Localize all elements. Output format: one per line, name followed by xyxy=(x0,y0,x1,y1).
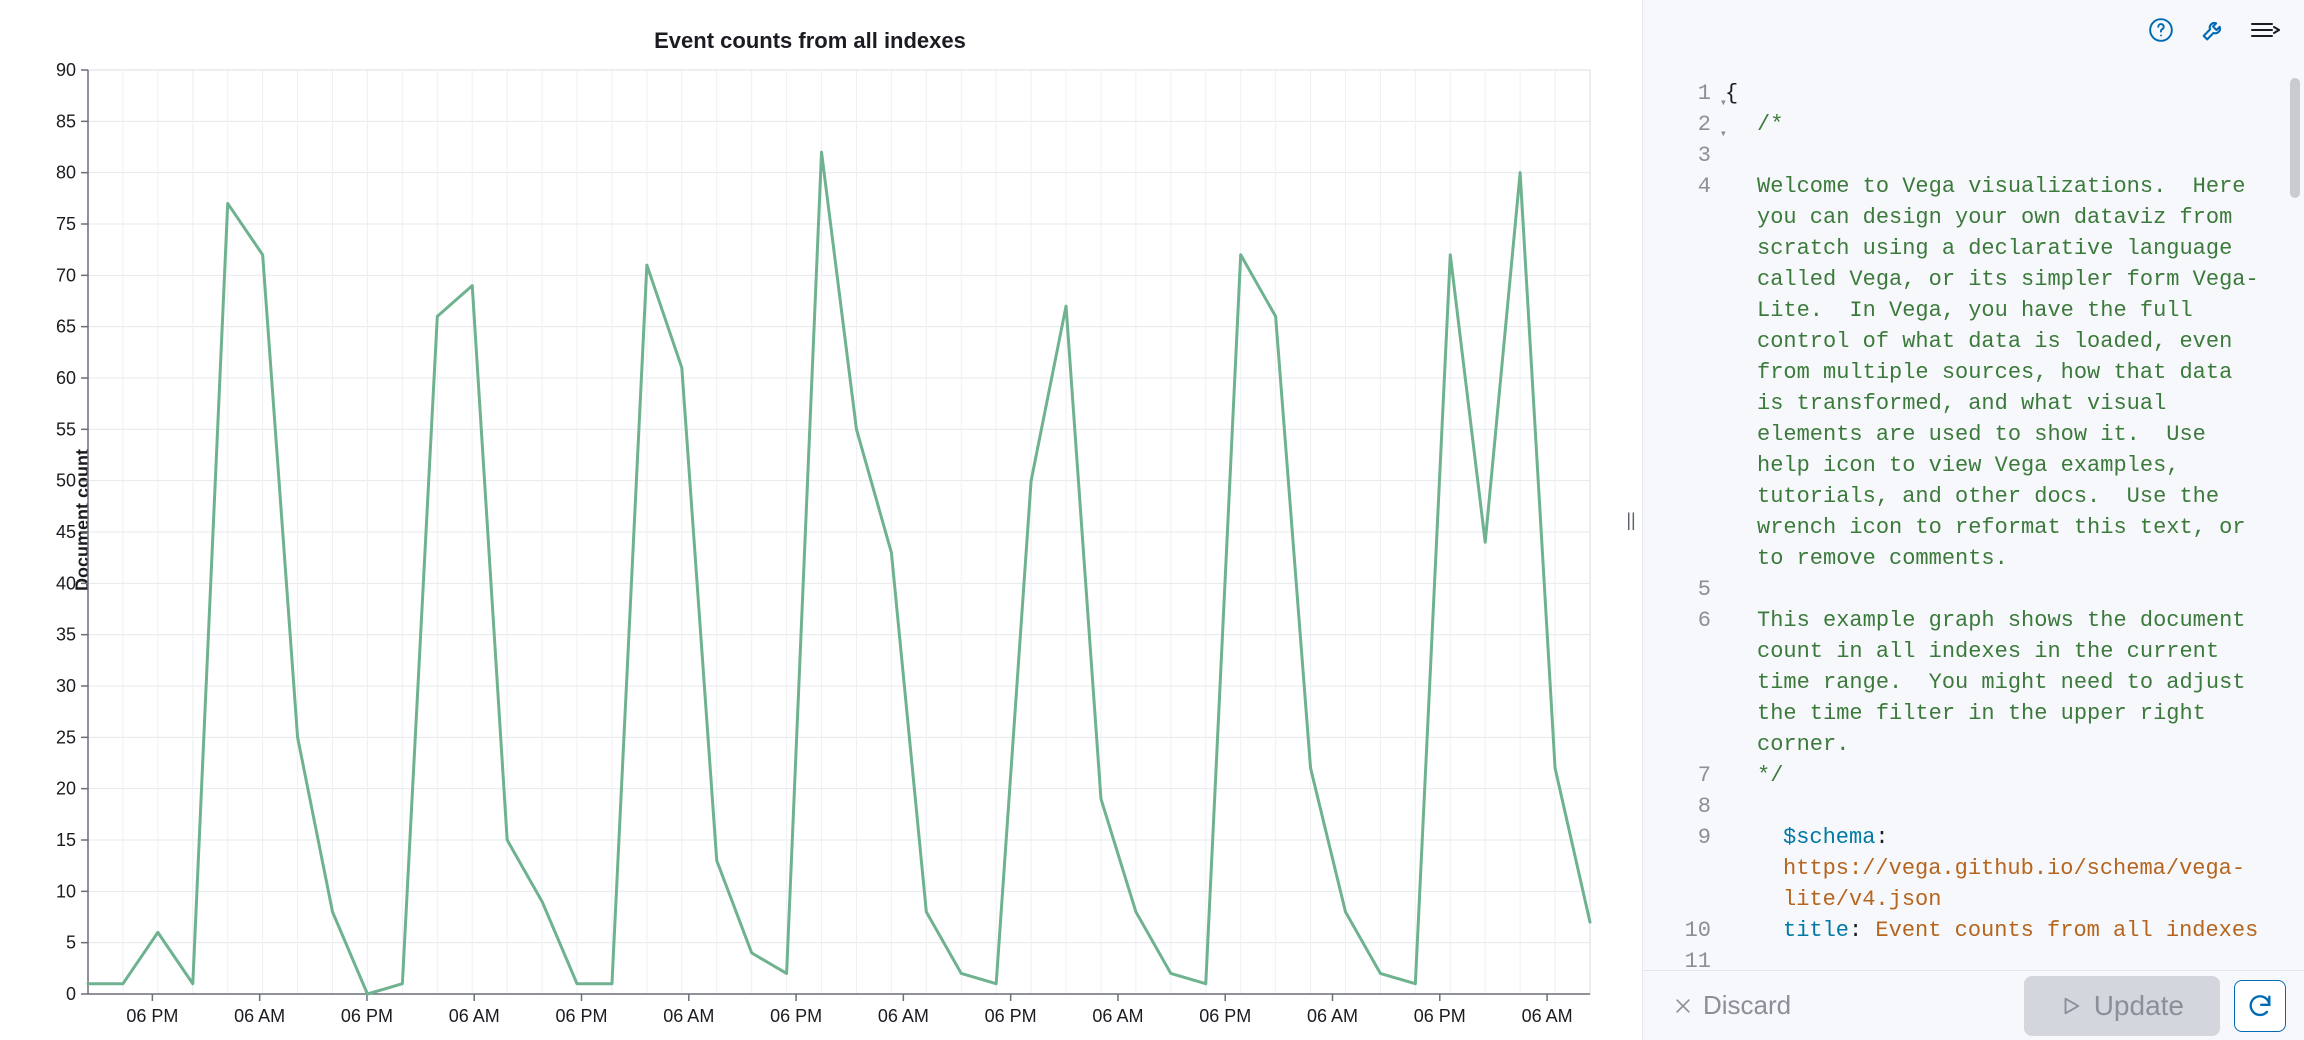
code-line: 9 $schema: https://vega.github.io/schema/… xyxy=(1643,822,2304,915)
editor-scrollbar[interactable] xyxy=(2290,78,2300,198)
resize-handle-icon: || xyxy=(1626,510,1635,531)
svg-text:06 AM: 06 AM xyxy=(663,1006,714,1026)
svg-text:06 AM: 06 AM xyxy=(1522,1006,1573,1026)
svg-text:06 AM: 06 AM xyxy=(1092,1006,1143,1026)
code-text: $schema: https://vega.github.io/schema/v… xyxy=(1753,822,2304,915)
svg-text:06 AM: 06 AM xyxy=(1307,1006,1358,1026)
expand-icon[interactable] xyxy=(2250,15,2280,45)
line-chart: 0 5 10 15 20 25 30 35 40 45 50 55 60 65 70 75 80 85 90 06 P… xyxy=(0,0,1620,1040)
svg-text:75: 75 xyxy=(56,214,76,234)
line-number: 3 xyxy=(1643,140,1725,171)
line-number: 11 xyxy=(1643,946,1725,970)
svg-text:25: 25 xyxy=(56,727,76,747)
svg-text:20: 20 xyxy=(56,779,76,799)
svg-text:10: 10 xyxy=(56,881,76,901)
chart-panel: Event counts from all indexes Document c… xyxy=(0,0,1620,1040)
code-text xyxy=(1725,140,2304,171)
svg-text:06 PM: 06 PM xyxy=(1199,1006,1251,1026)
svg-text:30: 30 xyxy=(56,676,76,696)
line-number: 4 xyxy=(1643,171,1725,574)
svg-text:45: 45 xyxy=(56,522,76,542)
svg-text:40: 40 xyxy=(56,573,76,593)
svg-text:55: 55 xyxy=(56,419,76,439)
svg-text:06 PM: 06 PM xyxy=(770,1006,822,1026)
code-text xyxy=(1725,574,2304,605)
play-icon xyxy=(2060,995,2082,1017)
svg-text:65: 65 xyxy=(56,317,76,337)
svg-text:06 AM: 06 AM xyxy=(449,1006,500,1026)
code-text xyxy=(1725,791,2304,822)
editor-toolbar xyxy=(1643,0,2304,60)
vega-editor-panel: 1▾{2▾/*34Welcome to Vega visualizations.… xyxy=(1642,0,2304,1040)
code-line: 2▾/* xyxy=(1643,109,2304,140)
svg-text:5: 5 xyxy=(66,933,76,953)
line-number: 1▾ xyxy=(1643,78,1725,109)
line-number: 5 xyxy=(1643,574,1725,605)
svg-text:15: 15 xyxy=(56,830,76,850)
code-line: 7*/ xyxy=(1643,760,2304,791)
code-text: title: Event counts from all indexes xyxy=(1725,915,2304,946)
code-text xyxy=(1725,946,2304,970)
discard-button[interactable]: Discard xyxy=(1661,982,1803,1029)
update-button[interactable]: Update xyxy=(2024,976,2220,1036)
svg-text:90: 90 xyxy=(56,60,76,80)
line-number: 9 xyxy=(1643,822,1725,915)
code-line: 5 xyxy=(1643,574,2304,605)
svg-text:06 AM: 06 AM xyxy=(878,1006,929,1026)
svg-text:06 AM: 06 AM xyxy=(234,1006,285,1026)
code-line: 11 xyxy=(1643,946,2304,970)
discard-label: Discard xyxy=(1703,990,1791,1021)
svg-text:70: 70 xyxy=(56,265,76,285)
editor-bottom-bar: Discard Update xyxy=(1643,970,2304,1040)
refresh-button[interactable] xyxy=(2234,980,2286,1032)
code-text: */ xyxy=(1725,760,2304,791)
code-line: 4Welcome to Vega visualizations. Here yo… xyxy=(1643,171,2304,574)
wrench-icon[interactable] xyxy=(2198,15,2228,45)
close-icon xyxy=(1673,996,1693,1016)
svg-text:80: 80 xyxy=(56,163,76,183)
line-number: 10 xyxy=(1643,915,1725,946)
svg-text:06 PM: 06 PM xyxy=(341,1006,393,1026)
svg-text:50: 50 xyxy=(56,471,76,491)
code-line: 1▾{ xyxy=(1643,78,2304,109)
svg-text:0: 0 xyxy=(66,984,76,1004)
code-text: /* xyxy=(1725,109,2304,140)
line-number: 7 xyxy=(1643,760,1725,791)
line-number: 2▾ xyxy=(1643,109,1725,140)
help-icon[interactable] xyxy=(2146,15,2176,45)
resize-handle[interactable]: || xyxy=(1620,0,1642,1040)
svg-text:06 PM: 06 PM xyxy=(1414,1006,1466,1026)
line-number: 6 xyxy=(1643,605,1725,760)
code-line: 8 xyxy=(1643,791,2304,822)
svg-text:60: 60 xyxy=(56,368,76,388)
refresh-icon xyxy=(2246,992,2274,1020)
code-text: Welcome to Vega visualizations. Here you… xyxy=(1757,171,2304,574)
svg-text:85: 85 xyxy=(56,111,76,131)
code-text: This example graph shows the document co… xyxy=(1757,605,2304,760)
code-text: { xyxy=(1725,78,2304,109)
svg-text:06 PM: 06 PM xyxy=(126,1006,178,1026)
code-line: 10title: Event counts from all indexes xyxy=(1643,915,2304,946)
line-number: 8 xyxy=(1643,791,1725,822)
code-line: 6This example graph shows the document c… xyxy=(1643,605,2304,760)
code-editor[interactable]: 1▾{2▾/*34Welcome to Vega visualizations.… xyxy=(1643,60,2304,970)
svg-text:06 PM: 06 PM xyxy=(555,1006,607,1026)
svg-text:35: 35 xyxy=(56,625,76,645)
update-label: Update xyxy=(2094,990,2184,1022)
code-line: 3 xyxy=(1643,140,2304,171)
svg-text:06 PM: 06 PM xyxy=(985,1006,1037,1026)
